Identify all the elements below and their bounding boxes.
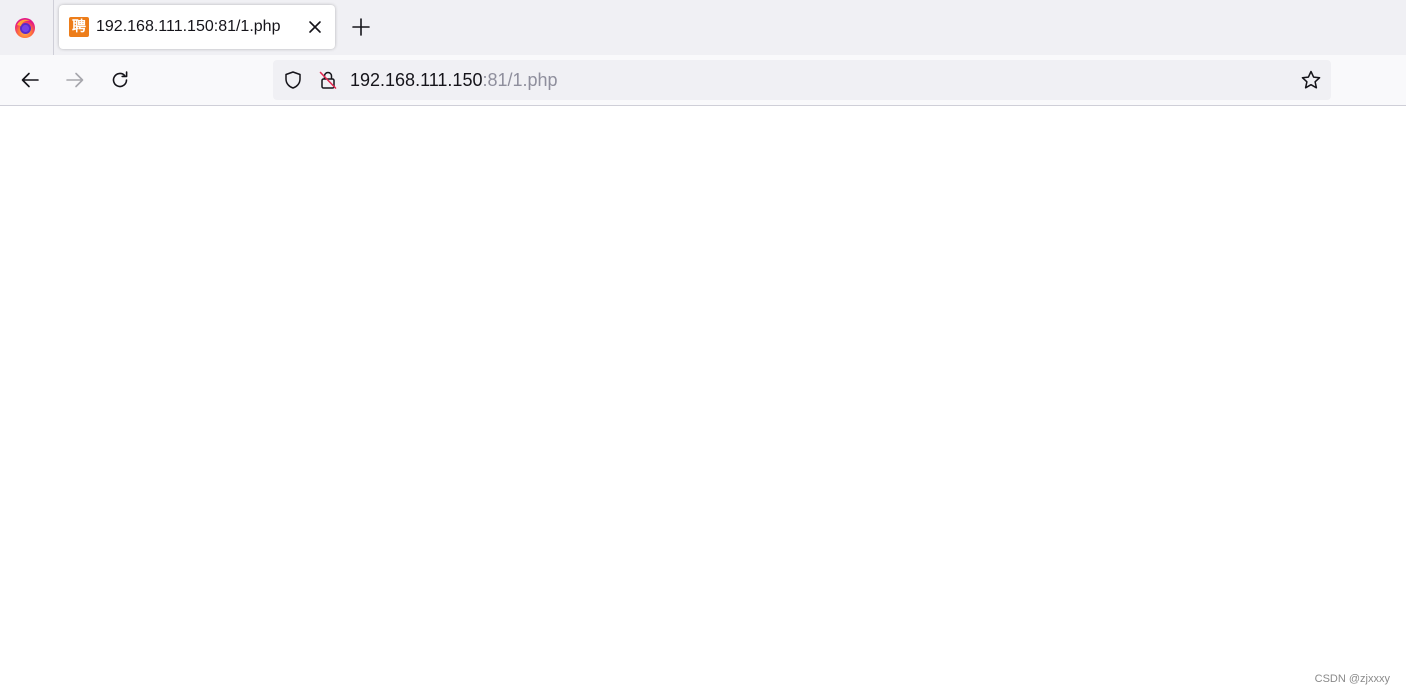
tab-favicon-icon: 聘 — [69, 17, 89, 37]
tab-divider — [53, 0, 54, 55]
url-bar[interactable]: 192.168.111.150:81/1.php — [273, 60, 1331, 100]
shield-icon[interactable] — [283, 70, 303, 90]
url-host: 192.168.111.150 — [350, 70, 483, 90]
firefox-logo-icon[interactable] — [14, 17, 36, 39]
star-icon[interactable] — [1300, 69, 1322, 91]
tab-title: 192.168.111.150:81/1.php — [96, 18, 281, 35]
browser-window: 聘 192.168.111.150:81/1.php 192.168.111.1… — [0, 0, 1406, 694]
close-icon[interactable] — [305, 17, 325, 37]
tab-active[interactable]: 聘 192.168.111.150:81/1.php — [59, 5, 335, 49]
url-path: :81/1.php — [482, 70, 558, 90]
plus-icon[interactable] — [350, 16, 372, 38]
arrow-left-icon[interactable] — [19, 69, 41, 91]
insecure-lock-icon[interactable] — [318, 70, 338, 90]
url-text[interactable]: 192.168.111.150:81/1.php — [350, 69, 558, 91]
arrow-right-icon[interactable] — [64, 69, 86, 91]
nav-toolbar: 192.168.111.150:81/1.php — [0, 55, 1406, 106]
watermark: CSDN @zjxxxy — [1314, 673, 1390, 685]
reload-icon[interactable] — [109, 69, 131, 91]
page-content: CSDN @zjxxxy — [0, 106, 1406, 694]
tab-strip: 聘 192.168.111.150:81/1.php — [0, 0, 1406, 55]
